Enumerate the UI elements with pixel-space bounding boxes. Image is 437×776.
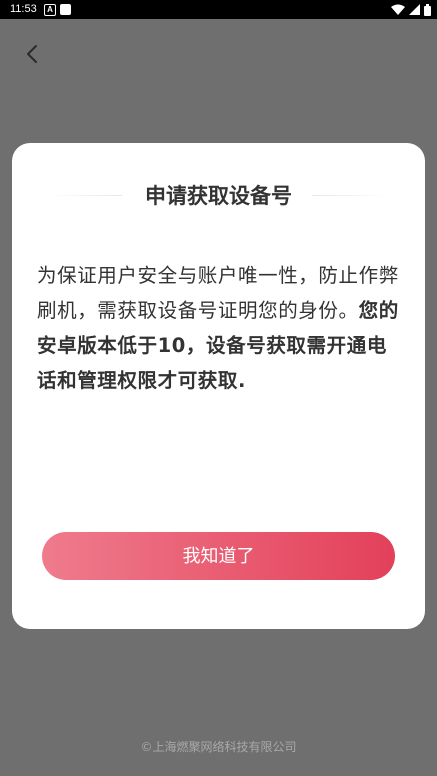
back-button[interactable] (20, 42, 44, 66)
cell-signal-icon (409, 4, 420, 15)
chevron-left-icon (27, 45, 37, 63)
title-divider-right (312, 195, 388, 196)
device-id-dialog: 申请获取设备号 为保证用户安全与账户唯一性，防止作弊刷机，需获取设备号证明您的身… (12, 143, 425, 629)
confirm-button[interactable]: 我知道了 (42, 532, 395, 580)
a-notification-icon: A (44, 4, 56, 16)
dialog-message: 为保证用户安全与账户唯一性，防止作弊刷机，需获取设备号证明您的身份。您的安卓版本… (37, 258, 402, 398)
dialog-title-row: 申请获取设备号 (12, 181, 425, 211)
wifi-icon (391, 4, 405, 15)
copyright-footer: ©上海燃聚网络科技有限公司 (140, 740, 297, 754)
square-notification-icon (60, 4, 71, 15)
dialog-title: 申请获取设备号 (145, 184, 292, 208)
status-right-icons (391, 3, 431, 16)
status-bar: 11:53 A (0, 0, 437, 19)
battery-icon (424, 3, 431, 16)
dialog-message-normal: 为保证用户安全与账户唯一性，防止作弊刷机，需获取设备号证明您的身份。 (37, 264, 399, 322)
status-time: 11:53 (10, 3, 37, 15)
